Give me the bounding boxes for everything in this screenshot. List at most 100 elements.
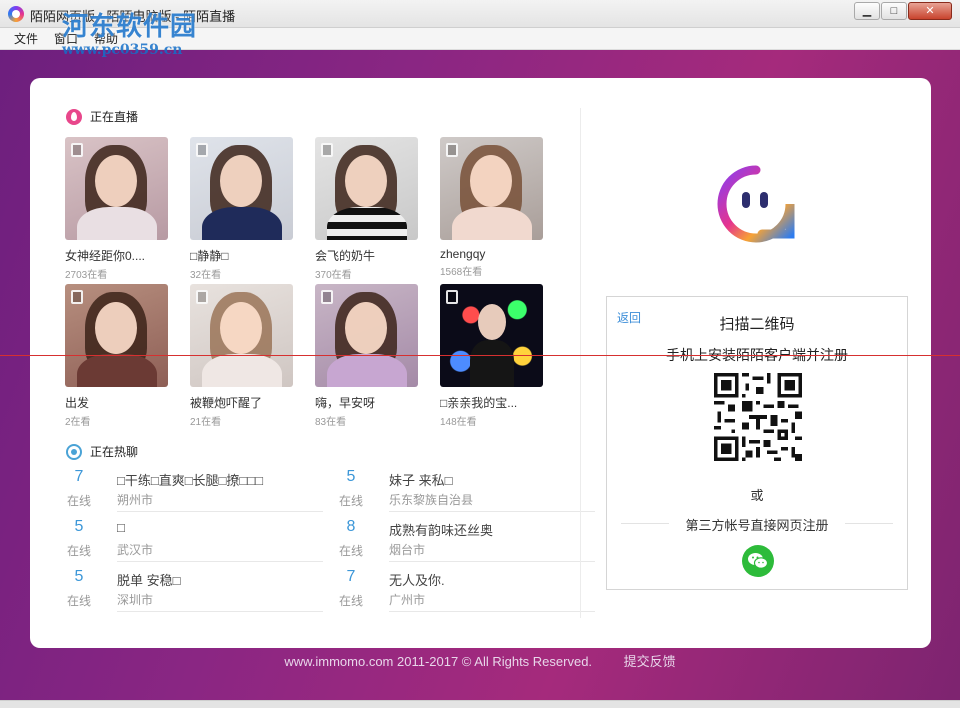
radar-icon: [66, 443, 82, 460]
menu-help[interactable]: 帮助: [94, 30, 118, 47]
momo-logo-icon: [717, 165, 795, 243]
mobile-live-icon: [196, 290, 208, 304]
mobile-live-icon: [446, 290, 458, 304]
hot-chat-item[interactable]: 5 在线 □ 武汉市: [65, 518, 323, 564]
online-label: 在线: [338, 544, 363, 558]
stream-viewers: 370在看: [315, 270, 352, 281]
stream-card[interactable]: □静静□ 32在看: [190, 137, 293, 281]
stream-card[interactable]: □亲亲我的宝... 148在看: [440, 284, 543, 428]
online-count: 5: [74, 518, 84, 535]
register-panel: 返回 扫描二维码 手机上安装陌陌客户端并注册 或 第三方帐号直接网页注册: [606, 296, 908, 590]
stream-name[interactable]: 出发: [65, 394, 168, 411]
online-label: 在线: [66, 544, 91, 558]
wechat-icon: [748, 553, 769, 569]
group-title[interactable]: 脱单 安稳□: [117, 570, 180, 589]
online-label: 在线: [66, 494, 91, 508]
window-title: 陌陌网页版 - 陌陌电脑版 - 陌陌直播: [30, 9, 236, 24]
hot-chat-item[interactable]: 8 在线 成熟有韵味还丝奥 烟台市: [337, 518, 595, 564]
online-count: 7: [74, 468, 84, 485]
stream-viewers: 148在看: [440, 417, 477, 428]
group-city: 朔州市: [117, 493, 154, 507]
stream-viewers: 1568在看: [440, 267, 483, 278]
stream-name[interactable]: 被鞭炮吓醒了: [190, 394, 293, 411]
hot-chat-heading-text: 正在热聊: [90, 445, 139, 459]
stream-thumbnail[interactable]: [190, 284, 293, 387]
stream-thumbnail[interactable]: [440, 284, 543, 387]
maximize-button[interactable]: □: [881, 2, 907, 20]
hot-chat-item[interactable]: 5 在线 脱单 安稳□ 深圳市: [65, 568, 323, 614]
stream-card[interactable]: 嗨，早安呀 83在看: [315, 284, 418, 428]
feedback-link[interactable]: 提交反馈: [624, 654, 676, 669]
stream-thumbnail[interactable]: [65, 137, 168, 240]
or-separator: 或: [750, 488, 764, 503]
mobile-live-icon: [71, 290, 83, 304]
stream-name[interactable]: 会飞的奶牛: [315, 247, 418, 264]
divider: [117, 511, 323, 512]
mobile-live-icon: [321, 143, 333, 157]
divider: [117, 561, 323, 562]
live-drop-icon: [66, 108, 82, 125]
hot-chat-item[interactable]: 7 在线 □干练□直爽□长腿□撩□□□ 朔州市: [65, 468, 323, 514]
group-city: 乐东黎族自治县: [389, 493, 474, 507]
online-count: 5: [74, 568, 84, 585]
group-title[interactable]: 无人及你.: [389, 570, 445, 589]
divider: [389, 561, 595, 562]
column-divider: [580, 108, 581, 618]
window-bottom-edge: [0, 700, 960, 708]
stream-card[interactable]: 被鞭炮吓醒了 21在看: [190, 284, 293, 428]
stream-card[interactable]: 女神经距你0.... 2703在看: [65, 137, 168, 281]
stream-card[interactable]: 出发 2在看: [65, 284, 168, 428]
menu-window[interactable]: 窗口: [54, 30, 78, 47]
page-footer: www.immomo.com 2011-2017 © All Rights Re…: [0, 651, 960, 670]
mobile-live-icon: [71, 143, 83, 157]
stream-card[interactable]: zhengqy 1568在看: [440, 137, 543, 278]
stream-thumbnail[interactable]: [315, 284, 418, 387]
online-label: 在线: [338, 594, 363, 608]
stream-thumbnail[interactable]: [65, 284, 168, 387]
stream-thumbnail[interactable]: [315, 137, 418, 240]
divider: [389, 611, 595, 612]
group-title[interactable]: 妹子 来私□: [389, 470, 452, 489]
qr-code-icon: [714, 373, 802, 461]
group-title[interactable]: 成熟有韵味还丝奥: [389, 520, 493, 539]
stream-thumbnail[interactable]: [440, 137, 543, 240]
group-city: 广州市: [389, 593, 426, 607]
group-title[interactable]: □: [117, 520, 125, 535]
menu-bar: 文件 窗口 帮助: [0, 28, 960, 50]
stream-viewers: 21在看: [190, 417, 222, 428]
stream-name[interactable]: □静静□: [190, 247, 293, 264]
live-section-heading: 正在直播: [66, 108, 138, 125]
window-titlebar: 陌陌网页版 - 陌陌电脑版 - 陌陌直播 ▁ □ ✕: [0, 0, 960, 28]
wechat-login-button[interactable]: [742, 545, 774, 577]
copyright-text: www.immomo.com 2011-2017 © All Rights Re…: [284, 654, 593, 669]
stream-viewers: 2703在看: [65, 270, 108, 281]
hot-chat-item[interactable]: 5 在线 妹子 来私□ 乐东黎族自治县: [337, 468, 595, 514]
group-city: 烟台市: [389, 543, 426, 557]
menu-file[interactable]: 文件: [14, 30, 38, 47]
qr-title: 扫描二维码: [719, 316, 795, 333]
online-label: 在线: [66, 594, 91, 608]
stream-thumbnail[interactable]: [190, 137, 293, 240]
momo-app-icon: [8, 6, 24, 22]
online-label: 在线: [338, 494, 363, 508]
hot-chat-section-heading: 正在热聊: [66, 443, 138, 460]
stream-name[interactable]: □亲亲我的宝...: [440, 394, 543, 411]
stream-viewers: 32在看: [190, 270, 222, 281]
stream-card[interactable]: 会飞的奶牛 370在看: [315, 137, 418, 281]
minimize-button[interactable]: ▁: [854, 2, 880, 20]
online-count: 5: [346, 468, 356, 485]
stream-name[interactable]: 女神经距你0....: [65, 247, 168, 264]
stream-name[interactable]: zhengqy: [440, 247, 543, 261]
group-city: 武汉市: [117, 543, 154, 557]
mobile-live-icon: [196, 143, 208, 157]
hot-chat-item[interactable]: 7 在线 无人及你. 广州市: [337, 568, 595, 614]
stream-name[interactable]: 嗨，早安呀: [315, 394, 418, 411]
window-controls: ▁ □ ✕: [853, 2, 952, 20]
group-title[interactable]: □干练□直爽□长腿□撩□□□: [117, 470, 263, 489]
close-button[interactable]: ✕: [908, 2, 952, 20]
main-card: 正在直播 女神经距你0.... 2703在看 □静静□ 32在看 会飞的奶牛 3…: [30, 78, 931, 648]
group-city: 深圳市: [117, 593, 154, 607]
guide-line: [0, 355, 960, 356]
third-party-register-label: 第三方帐号直接网页注册: [685, 518, 829, 533]
divider: [117, 611, 323, 612]
